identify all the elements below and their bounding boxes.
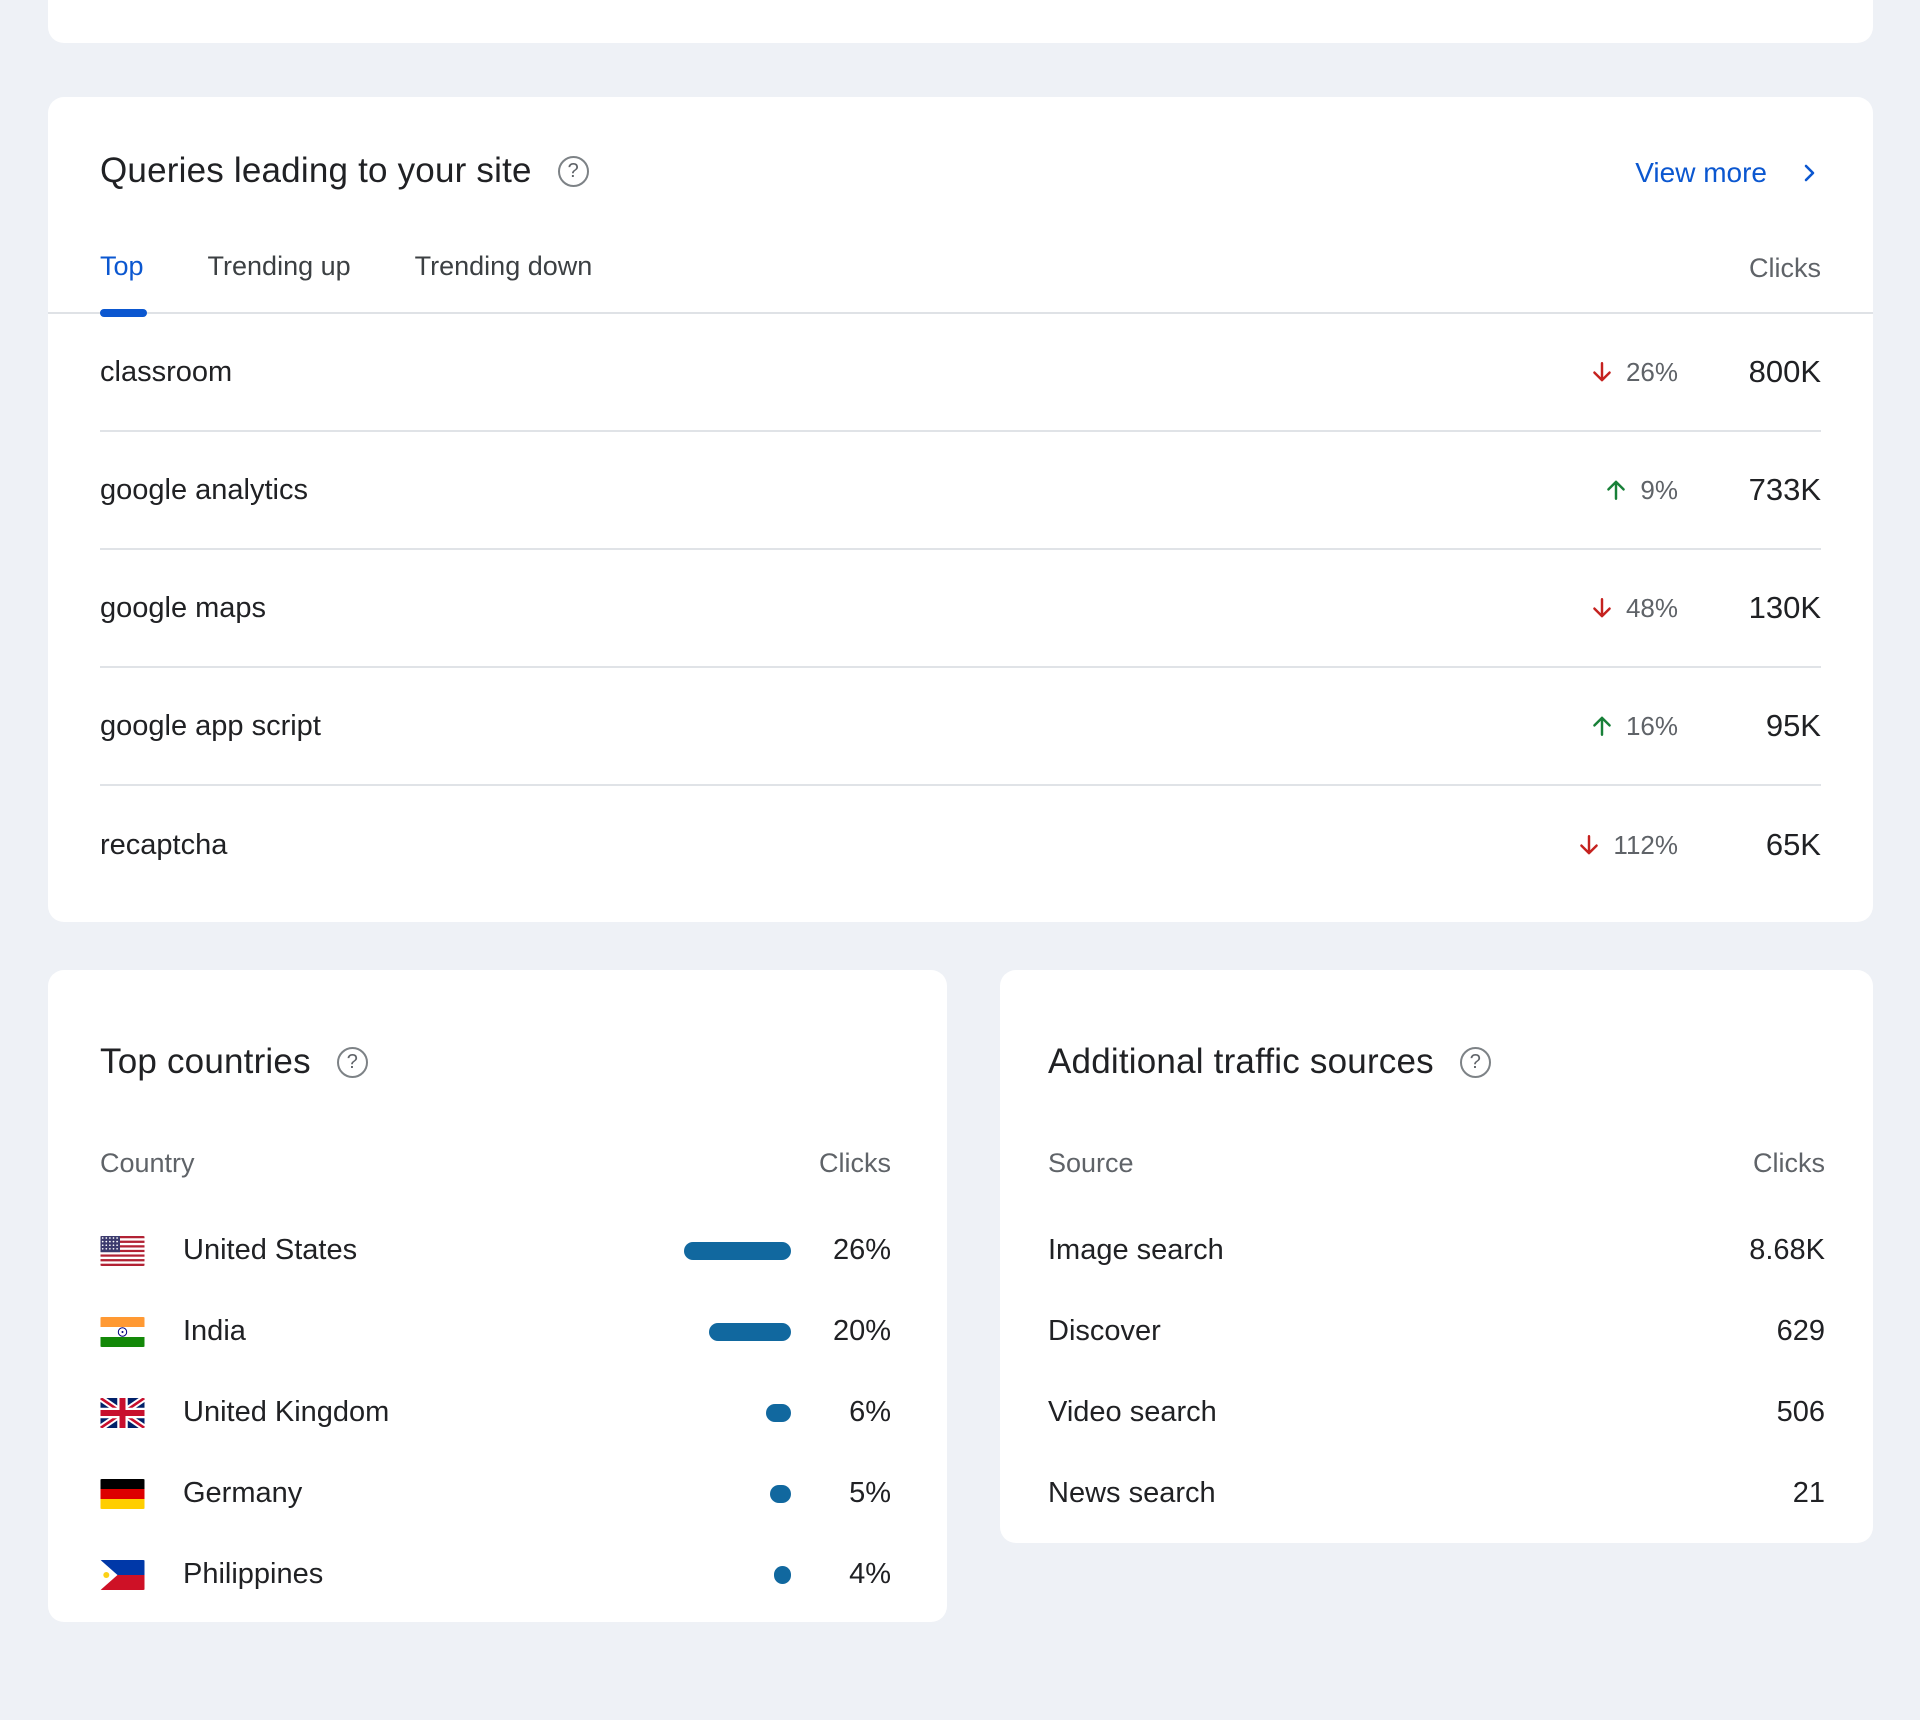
dashboard-page: Queries leading to your site ? View more… xyxy=(0,0,1920,1720)
query-text: google maps xyxy=(100,592,1508,625)
clicks-bar xyxy=(766,1404,791,1422)
countries-column-headers: Country Clicks xyxy=(100,1148,891,1179)
traffic-sources-card: Additional traffic sources ? Source Clic… xyxy=(1000,970,1873,1543)
country-row: United States 26% xyxy=(100,1210,891,1291)
source-clicks-value: 629 xyxy=(1777,1315,1825,1348)
trend-up-arrow-icon xyxy=(1602,476,1630,504)
country-row: India 20% xyxy=(100,1291,891,1372)
flag-in-icon xyxy=(100,1317,145,1347)
clicks-bar xyxy=(770,1485,791,1503)
country-row: Philippines 4% xyxy=(100,1534,891,1615)
trend-percent: 26% xyxy=(1626,357,1678,388)
country-name: India xyxy=(183,1315,661,1348)
clicks-column-header: Clicks xyxy=(1753,1148,1825,1179)
clicks-bar xyxy=(709,1323,791,1341)
flag-de-icon xyxy=(100,1479,145,1509)
tab-trending-up[interactable]: Trending up xyxy=(208,251,351,312)
sources-column-headers: Source Clicks xyxy=(1048,1148,1825,1179)
country-row: United Kingdom 6% xyxy=(100,1372,891,1453)
traffic-source-row: Discover 629 xyxy=(1048,1291,1825,1372)
flag-us-icon xyxy=(100,1236,145,1266)
source-clicks-value: 8.68K xyxy=(1749,1234,1825,1267)
country-name: United Kingdom xyxy=(183,1396,661,1429)
top-countries-card: Top countries ? Country Clicks United St… xyxy=(48,970,947,1622)
clicks-percent: 5% xyxy=(791,1477,891,1510)
traffic-source-row: News search 21 xyxy=(1048,1453,1825,1534)
query-text: google analytics xyxy=(100,474,1508,507)
clicks-bar xyxy=(684,1242,791,1260)
queries-card-title: Queries leading to your site xyxy=(100,149,532,193)
traffic-sources-title: Additional traffic sources xyxy=(1048,1040,1434,1084)
trend-percent: 9% xyxy=(1640,475,1678,506)
clicks-percent: 6% xyxy=(791,1396,891,1429)
query-row[interactable]: google maps 48% 130K xyxy=(100,550,1821,668)
tab-top[interactable]: Top xyxy=(100,251,144,312)
query-text: classroom xyxy=(100,356,1508,389)
flag-gb-icon xyxy=(100,1398,145,1428)
query-text: recaptcha xyxy=(100,829,1508,862)
source-name: Discover xyxy=(1048,1315,1161,1348)
clicks-column-header: Clicks xyxy=(1749,253,1821,312)
traffic-source-row: Video search 506 xyxy=(1048,1372,1825,1453)
previous-card-bottom-edge xyxy=(48,0,1873,43)
tab-trending-down[interactable]: Trending down xyxy=(415,251,593,312)
clicks-value: 800K xyxy=(1706,354,1821,390)
chevron-right-icon xyxy=(1797,161,1821,185)
source-name: Image search xyxy=(1048,1234,1224,1267)
source-clicks-value: 506 xyxy=(1777,1396,1825,1429)
query-row[interactable]: google app script 16% 95K xyxy=(100,668,1821,786)
view-more-label: View more xyxy=(1635,157,1767,189)
clicks-percent: 26% xyxy=(791,1234,891,1267)
source-name: News search xyxy=(1048,1477,1216,1510)
country-name: Germany xyxy=(183,1477,661,1510)
trend-up-arrow-icon xyxy=(1588,712,1616,740)
clicks-column-header: Clicks xyxy=(819,1148,891,1179)
trend-down-arrow-icon xyxy=(1575,831,1603,859)
query-row[interactable]: google analytics 9% 733K xyxy=(100,432,1821,550)
clicks-value: 95K xyxy=(1706,708,1821,744)
source-column-header: Source xyxy=(1048,1148,1134,1179)
view-more-link[interactable]: View more xyxy=(1635,157,1821,189)
trend-percent: 48% xyxy=(1626,593,1678,624)
clicks-percent: 4% xyxy=(791,1558,891,1591)
clicks-bar xyxy=(774,1566,791,1584)
clicks-value: 130K xyxy=(1706,590,1821,626)
query-row[interactable]: classroom 26% 800K xyxy=(100,314,1821,432)
country-name: United States xyxy=(183,1234,661,1267)
source-name: Video search xyxy=(1048,1396,1217,1429)
help-icon[interactable]: ? xyxy=(1460,1047,1491,1078)
trend-percent: 16% xyxy=(1626,711,1678,742)
country-row: Germany 5% xyxy=(100,1453,891,1534)
queries-card-header: Queries leading to your site ? View more xyxy=(48,97,1873,193)
country-column-header: Country xyxy=(100,1148,195,1179)
source-clicks-value: 21 xyxy=(1793,1477,1825,1510)
query-text: google app script xyxy=(100,710,1508,743)
clicks-value: 65K xyxy=(1706,827,1821,863)
flag-ph-icon xyxy=(100,1560,145,1590)
top-countries-title: Top countries xyxy=(100,1040,311,1084)
clicks-value: 733K xyxy=(1706,472,1821,508)
country-name: Philippines xyxy=(183,1558,661,1591)
query-row[interactable]: recaptcha 112% 65K xyxy=(100,786,1821,904)
clicks-percent: 20% xyxy=(791,1315,891,1348)
help-icon[interactable]: ? xyxy=(558,156,589,187)
trend-down-arrow-icon xyxy=(1588,594,1616,622)
queries-tabbar: Top Trending up Trending down Clicks xyxy=(48,215,1873,314)
trend-percent: 112% xyxy=(1613,830,1678,861)
help-icon[interactable]: ? xyxy=(337,1047,368,1078)
traffic-source-row: Image search 8.68K xyxy=(1048,1210,1825,1291)
queries-card: Queries leading to your site ? View more… xyxy=(48,97,1873,922)
trend-down-arrow-icon xyxy=(1588,358,1616,386)
